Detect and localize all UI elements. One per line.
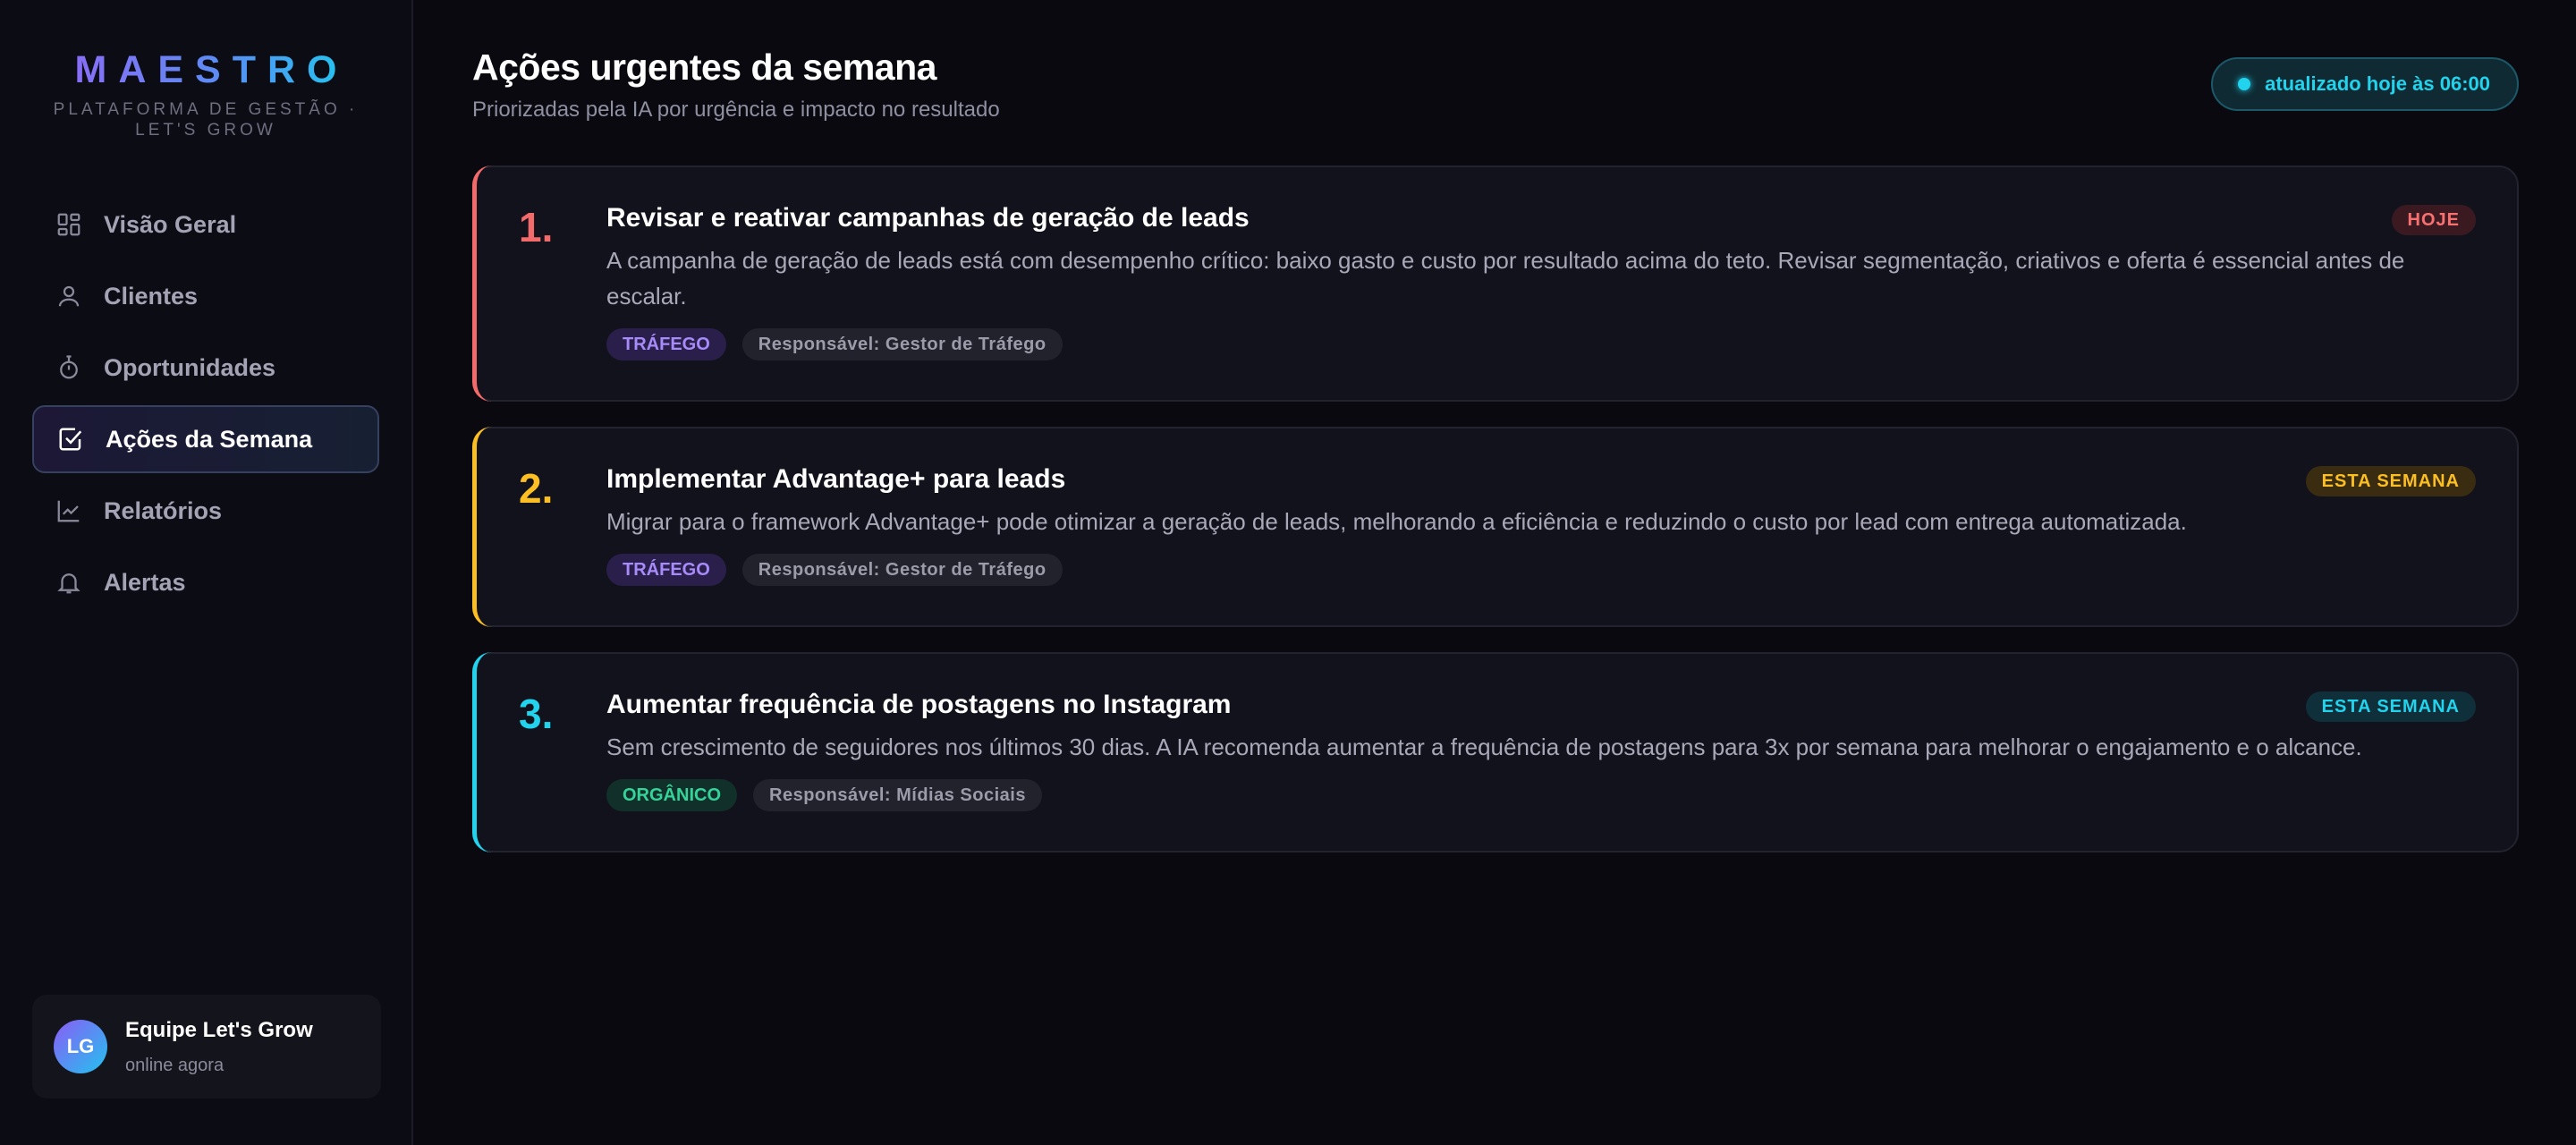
action-tags: TRÁFEGO Responsável: Gestor de Tráfego: [606, 328, 2476, 360]
sidebar-item-label: Clientes: [104, 282, 199, 310]
action-tags: TRÁFEGO Responsável: Gestor de Tráfego: [606, 554, 2476, 586]
action-number: 2.: [519, 465, 554, 512]
sidebar-item-label: Oportunidades: [104, 353, 276, 381]
avatar: LG: [54, 1020, 107, 1073]
sidebar: MAESTRO PLATAFORMA DE GESTÃO · LET'S GRO…: [0, 0, 413, 1145]
timer-icon: [55, 354, 82, 381]
sidebar-item-label: Visão Geral: [104, 210, 237, 238]
brand-logo[interactable]: MAESTRO: [64, 48, 349, 92]
action-title: Aumentar frequência de postagens no Inst…: [606, 690, 1232, 719]
urgency-badge: HOJE: [2391, 205, 2476, 235]
urgency-badge: ESTA SEMANA: [2305, 466, 2476, 496]
updated-status-badge: atualizado hoje às 06:00: [2211, 57, 2519, 111]
action-description: A campanha de geração de leads está com …: [606, 247, 2405, 310]
action-description: Migrar para o framework Advantage+ pode …: [606, 508, 2187, 535]
urgency-badge: ESTA SEMANA: [2305, 691, 2476, 722]
sidebar-item-visao-geral[interactable]: Visão Geral: [32, 191, 379, 259]
action-tags: ORGÂNICO Responsável: Mídias Sociais: [606, 779, 2476, 811]
category-tag: ORGÂNICO: [606, 779, 737, 811]
action-card[interactable]: 2. Implementar Advantage+ para leads Mig…: [472, 427, 2519, 627]
action-list: 1. Revisar e reativar campanhas de geraç…: [472, 165, 2519, 852]
bell-icon: [55, 569, 82, 596]
sidebar-item-clientes[interactable]: Clientes: [32, 262, 379, 330]
sidebar-item-label: Ações da Semana: [106, 425, 313, 453]
action-title: Implementar Advantage+ para leads: [606, 464, 1066, 494]
main-content: Ações urgentes da semana Priorizadas pel…: [413, 0, 2576, 1145]
brand-subtitle: PLATAFORMA DE GESTÃO · LET'S GROW: [53, 100, 359, 140]
sidebar-item-oportunidades[interactable]: Oportunidades: [32, 334, 379, 402]
user-status: online agora: [125, 1055, 225, 1075]
action-title: Revisar e reativar campanhas de geração …: [606, 203, 1250, 233]
line-chart-icon: [55, 497, 82, 524]
checkbox-icon: [57, 426, 84, 453]
action-number: 3.: [519, 691, 554, 737]
user-icon: [55, 283, 82, 310]
sidebar-item-acoes-da-semana[interactable]: Ações da Semana: [32, 405, 379, 473]
sidebar-item-alertas[interactable]: Alertas: [32, 548, 379, 616]
page-subtitle: Priorizadas pela IA por urgência e impac…: [472, 98, 1000, 122]
user-card[interactable]: LG Equipe Let's Grow online agora: [32, 995, 381, 1098]
sidebar-item-relatorios[interactable]: Relatórios: [32, 477, 379, 545]
action-card[interactable]: 3. Aumentar frequência de postagens no I…: [472, 652, 2519, 852]
brand: MAESTRO PLATAFORMA DE GESTÃO · LET'S GRO…: [0, 0, 411, 140]
action-card[interactable]: 1. Revisar e reativar campanhas de geraç…: [472, 165, 2519, 402]
category-tag: TRÁFEGO: [606, 328, 726, 360]
sidebar-item-label: Relatórios: [104, 496, 223, 524]
owner-tag: Responsável: Gestor de Tráfego: [741, 328, 1063, 360]
owner-tag: Responsável: Gestor de Tráfego: [741, 554, 1063, 586]
category-tag: TRÁFEGO: [606, 554, 726, 586]
updated-text: atualizado hoje às 06:00: [2265, 72, 2490, 95]
action-description: Sem crescimento de seguidores nos último…: [606, 734, 2362, 760]
user-info: Equipe Let's Grow online agora: [125, 1018, 313, 1076]
action-number: 1.: [519, 204, 554, 250]
user-name: Equipe Let's Grow: [125, 1017, 313, 1042]
status-dot-icon: [2238, 78, 2251, 90]
sidebar-item-label: Alertas: [104, 568, 186, 596]
owner-tag: Responsável: Mídias Sociais: [753, 779, 1042, 811]
app-root: MAESTRO PLATAFORMA DE GESTÃO · LET'S GRO…: [0, 0, 2576, 1145]
grid-icon: [55, 211, 82, 238]
sidebar-nav: Visão Geral Clientes Oportunidades Ações…: [0, 191, 411, 616]
